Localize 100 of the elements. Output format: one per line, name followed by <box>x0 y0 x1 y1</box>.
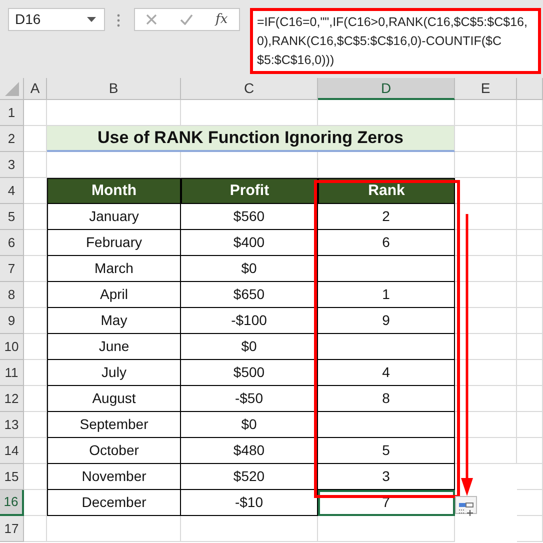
column-header[interactable]: B <box>47 78 181 100</box>
grid-cell[interactable] <box>455 412 517 438</box>
column-header[interactable]: E <box>455 78 517 100</box>
table-cell: $0 <box>181 412 318 438</box>
table-cell: July <box>47 360 181 386</box>
table-cell: 5 <box>318 438 455 464</box>
grid-cell[interactable] <box>517 100 543 126</box>
cancel-icon[interactable] <box>146 14 158 25</box>
grid-cell[interactable] <box>455 386 517 412</box>
grid-cell[interactable] <box>24 334 47 360</box>
table-cell: 8 <box>318 386 455 412</box>
grid-cell[interactable] <box>517 464 543 490</box>
paste-options-icon[interactable] <box>455 496 477 514</box>
enter-icon[interactable] <box>180 14 193 25</box>
table-cell: 2 <box>318 204 455 230</box>
row-header[interactable]: 1 <box>0 100 24 126</box>
grid-cell[interactable] <box>24 360 47 386</box>
grid-cell[interactable] <box>455 230 517 256</box>
select-all-button[interactable] <box>0 78 24 100</box>
grid-cell[interactable] <box>517 204 543 230</box>
row-header[interactable]: 2 <box>0 126 24 152</box>
grid-cell[interactable] <box>24 282 47 308</box>
grid-cell[interactable] <box>455 282 517 308</box>
table-cell: -$100 <box>181 308 318 334</box>
row-header[interactable]: 3 <box>0 152 24 178</box>
grid-cell[interactable] <box>24 256 47 282</box>
row-header[interactable]: 8 <box>0 282 24 308</box>
column-header[interactable] <box>517 78 543 100</box>
table-cell: October <box>47 438 181 464</box>
column-header[interactable]: C <box>181 78 318 100</box>
grid-cell[interactable] <box>517 256 543 282</box>
grid-cell[interactable] <box>517 490 543 516</box>
table-cell: 1 <box>318 282 455 308</box>
grid-cell[interactable] <box>455 334 517 360</box>
grid-cell[interactable] <box>455 308 517 334</box>
grid-cell[interactable] <box>24 204 47 230</box>
table-cell: May <box>47 308 181 334</box>
row-header[interactable]: 11 <box>0 360 24 386</box>
insert-function-button[interactable]: fx <box>216 10 228 30</box>
row-header[interactable]: 12 <box>0 386 24 412</box>
grid-cell[interactable] <box>24 464 47 490</box>
grid-cell[interactable] <box>455 152 517 178</box>
grid-cell[interactable] <box>455 178 517 204</box>
row-header[interactable]: 9 <box>0 308 24 334</box>
grid-cell[interactable] <box>455 438 517 464</box>
row-header[interactable]: 17 <box>0 516 24 542</box>
grid-cell[interactable] <box>24 152 47 178</box>
table-cell: $500 <box>181 360 318 386</box>
grid-cell[interactable] <box>517 308 543 334</box>
row-header[interactable]: 7 <box>0 256 24 282</box>
row-header[interactable]: 16 <box>0 490 24 516</box>
grid-cell[interactable] <box>24 100 47 126</box>
table-cell: June <box>47 334 181 360</box>
grid-cell[interactable] <box>181 516 318 542</box>
grid-cell[interactable] <box>517 386 543 412</box>
table-cell: 4 <box>318 360 455 386</box>
grid-cell[interactable] <box>455 360 517 386</box>
table-cell: -$10 <box>181 490 318 516</box>
grid-cell[interactable] <box>517 126 543 152</box>
grid-cell[interactable] <box>517 360 543 386</box>
row-header[interactable]: 14 <box>0 438 24 464</box>
grid-cell[interactable] <box>517 282 543 308</box>
row-header[interactable]: 6 <box>0 230 24 256</box>
caret-icon <box>87 17 96 22</box>
select-all-icon[interactable] <box>4 82 18 96</box>
grid-cell[interactable] <box>24 490 47 516</box>
grid-cell[interactable] <box>455 204 517 230</box>
grid-cell[interactable] <box>318 516 455 542</box>
grid-cell[interactable] <box>47 516 181 542</box>
row-header[interactable]: 4 <box>0 178 24 204</box>
table-cell: $560 <box>181 204 318 230</box>
table-cell: January <box>47 204 181 230</box>
grid-cell[interactable] <box>517 178 543 204</box>
column-header[interactable]: D <box>318 78 455 100</box>
grid-cell[interactable] <box>455 100 517 126</box>
grid-cell[interactable] <box>455 256 517 282</box>
table-cell: $480 <box>181 438 318 464</box>
grid-cell[interactable] <box>24 412 47 438</box>
row-header[interactable]: 5 <box>0 204 24 230</box>
column-header[interactable]: A <box>24 78 47 100</box>
grid-cell[interactable] <box>517 334 543 360</box>
row-header[interactable]: 13 <box>0 412 24 438</box>
grid-cell[interactable] <box>517 412 543 438</box>
grid-cell[interactable] <box>24 230 47 256</box>
grid-cell[interactable] <box>24 386 47 412</box>
grid-cell[interactable] <box>24 308 47 334</box>
grid-cell[interactable] <box>517 516 543 542</box>
table-cell: April <box>47 282 181 308</box>
grid-cell[interactable] <box>517 438 543 464</box>
grid-cell[interactable] <box>517 152 543 178</box>
grid-cell[interactable] <box>455 126 517 152</box>
grid-cell[interactable] <box>24 516 47 542</box>
grid-cell[interactable] <box>517 230 543 256</box>
formula-field[interactable]: =IF(C16=0,"",IF(C16>0,RANK(C16,$C$5:$C$16,0),RANK(C16,$C$5:$C$16,0)-COUNTIF($C$5:$C$16,0))) <box>250 8 541 74</box>
name-box[interactable]: D16 <box>8 8 105 31</box>
table-cell: December <box>47 490 181 516</box>
row-header[interactable]: 10 <box>0 334 24 360</box>
column-heading: Profit <box>181 178 318 204</box>
grid-cell[interactable] <box>24 438 47 464</box>
row-header[interactable]: 15 <box>0 464 24 490</box>
